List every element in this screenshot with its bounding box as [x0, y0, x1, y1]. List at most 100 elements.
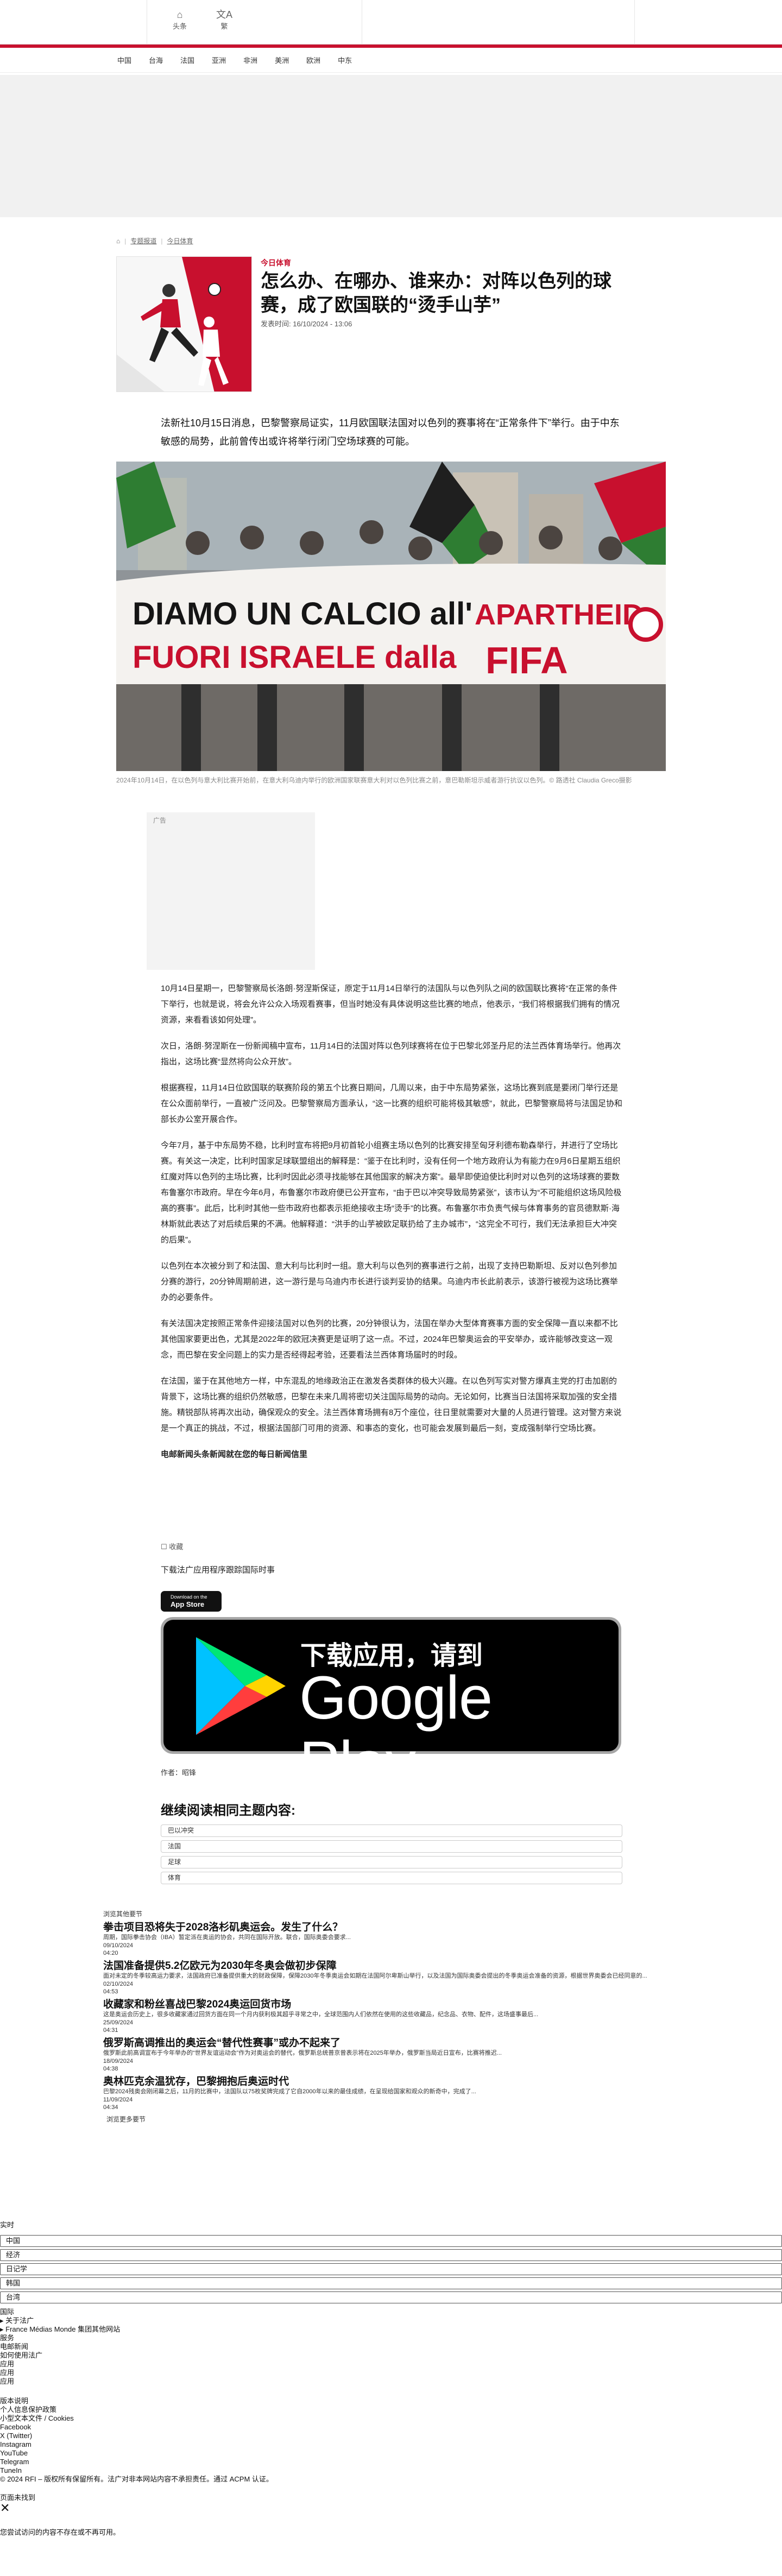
story-time: 04:34: [103, 2104, 118, 2111]
close-icon[interactable]: ✕: [0, 2502, 782, 2514]
nav-item-africa[interactable]: 非洲: [243, 55, 257, 65]
top-ad-slot: [0, 75, 782, 217]
language-option[interactable]: 日记学: [0, 2263, 782, 2275]
site-footer: 实时 中国 经济 日记学 韩国 台湾 国际 ▸ 关于法广 ▸ France Mé…: [0, 2221, 782, 2537]
instagram-link[interactable]: Instagram: [0, 2440, 782, 2449]
ad-label: 广告: [153, 817, 167, 824]
nav-item-china[interactable]: 中国: [117, 55, 131, 65]
language-option[interactable]: 韩国: [0, 2277, 782, 2289]
banner-text-line2: FUORI ISRAELE dalla: [133, 640, 457, 675]
banner-text-line1: DIAMO UN CALCIO all': [133, 596, 472, 632]
header-home-link[interactable]: ⌂ 头条: [173, 9, 187, 31]
story-title[interactable]: 法国准备提供5.2亿欧元为2030年冬奥会做初步保障: [103, 1960, 701, 1972]
error-text: 您尝试访问的内容不存在或不再可用。: [0, 2528, 121, 2536]
nav-item-europe[interactable]: 欧洲: [306, 55, 320, 65]
app-download-text: 下载法广应用程序跟踪国际时事: [161, 1565, 275, 1575]
copyright: © 2024 RFI – 版权所有保留所有。法广对非本网站内容不承担责任。通过 …: [0, 2475, 273, 2483]
tag-link[interactable]: 足球: [161, 1856, 622, 1868]
breadcrumb-item[interactable]: 专题报道: [130, 236, 156, 245]
related-topics-heading: 继续阅读相同主题内容:: [161, 1803, 295, 1818]
error-title: 页面未找到: [0, 2493, 36, 2502]
story-item[interactable]: 法国准备提供5.2亿欧元为2030年冬奥会做初步保障 面对未定的冬季较高运力要求…: [103, 1960, 701, 1996]
story-time: 04:38: [103, 2066, 118, 2072]
telegram-link[interactable]: Telegram: [0, 2458, 782, 2466]
footer-link[interactable]: 小型文本文件 / Cookies: [0, 2414, 782, 2423]
bookmark-button[interactable]: ☐ 收藏: [161, 1541, 183, 1551]
story-date: 18/09/2024: [103, 2058, 134, 2064]
header-translate-link[interactable]: 文A 繁: [216, 9, 232, 31]
header-home-label: 头条: [173, 22, 187, 30]
story-item[interactable]: 拳击项目恐将失于2028洛杉矶奥运会。发生了什么？ 周期，国际拳击协会（IBA）…: [103, 1922, 701, 1957]
article-paragraph: 今年7月，基于中东局势不稳，比利时宣布将把9月初首轮小组赛主场以色列的比赛安排至…: [161, 1141, 622, 1245]
story-time: 04:31: [103, 2027, 118, 2034]
translate-icon: 文A: [216, 9, 233, 20]
tunein-link[interactable]: TuneIn: [0, 2466, 782, 2475]
article-title: 怎么办、在哪办、谁来办：对阵以色列的球赛，成了欧国联的“烫手山芋”: [261, 271, 611, 315]
nav-item-middle-east[interactable]: 中东: [338, 55, 352, 65]
section-thumbnail: [116, 256, 252, 392]
article-paragraph: 次日，洛朗·努涅斯在一份新闻稿中宣布，11月14日的法国对阵以色列球赛将在位于巴…: [161, 1041, 621, 1066]
article-paragraph: 有关法国决定按照正常条件迎接法国对以色列的比赛，20分钟很认为，法国在举办大型体…: [161, 1319, 618, 1360]
nav-item-france[interactable]: 法国: [180, 55, 194, 65]
footer-link[interactable]: 应用: [0, 2369, 782, 2377]
nav-item-taiwan[interactable]: 台海: [149, 55, 163, 65]
article-paragraph: 10月14日星期一，巴黎警察局长洛朗·努涅斯保证，原定于11月14日举行的法国队…: [161, 984, 620, 1025]
breadcrumb-item[interactable]: 今日体育: [167, 236, 193, 245]
google-play-icon: [196, 1637, 286, 1735]
header-divider: [634, 0, 635, 45]
footer-link[interactable]: ▸ 关于法广: [0, 2316, 782, 2325]
story-item[interactable]: 收藏家和粉丝喜战巴黎2024奥运回货市场 这是奥运会历史上，很多收藏家通过回货方…: [103, 1999, 701, 2034]
article-paragraph: 以色列在本次被分到了和法国、意大利与比利时一组。意大利与以色列的赛事进行之前，出…: [161, 1261, 618, 1302]
home-icon[interactable]: ⌂: [116, 237, 120, 245]
language-option[interactable]: 中国: [0, 2235, 782, 2247]
facebook-link[interactable]: Facebook: [0, 2423, 782, 2432]
article-section-label[interactable]: 今日体育: [261, 257, 291, 268]
story-title[interactable]: 俄罗斯高调推出的奥运会“替代性赛事”或办不起来了: [103, 2037, 701, 2049]
footer-link[interactable]: 应用: [0, 2377, 782, 2386]
story-title[interactable]: 收藏家和粉丝喜战巴黎2024奥运回货市场: [103, 1999, 701, 2011]
football-illustration: [117, 257, 251, 392]
language-option[interactable]: 台湾: [0, 2291, 782, 2303]
footer-link[interactable]: 个人信息保护政策: [0, 2405, 782, 2414]
realtime-label: 实时: [0, 2221, 15, 2229]
footer-link[interactable]: 如何使用法广: [0, 2351, 782, 2360]
story-desc: 面对未定的冬季较高运力要求，法国政府已准备提供重大的财政保障，保障2030年冬季…: [103, 1973, 647, 1979]
story-item[interactable]: 俄罗斯高调推出的奥运会“替代性赛事”或办不起来了 俄罗斯此前高调宣布于今年举办的…: [103, 2037, 701, 2073]
story-desc: 巴黎2024残奥会刚闭幕之后，11月的比赛中，法国队以75枚奖牌完成了它自200…: [103, 2088, 476, 2095]
footer-link[interactable]: 应用: [0, 2360, 782, 2369]
footer-link[interactable]: 版本说明: [0, 2397, 782, 2405]
youtube-link[interactable]: YouTube: [0, 2449, 782, 2458]
newsletter-promo[interactable]: 电邮新闻头条新闻就在您的每日新闻信里: [161, 1447, 622, 1462]
story-date: 02/10/2024: [103, 1981, 134, 1987]
photo-caption: 2024年10月14日，在以色列与意大利比赛开始前，在意大利乌迪内举行的欧洲国家…: [116, 776, 632, 784]
story-title[interactable]: 拳击项目恐将失于2028洛杉矶奥运会。发生了什么？: [103, 1922, 701, 1934]
google-play-button[interactable]: 下载应用，请到 Google Play: [161, 1617, 621, 1796]
story-desc: 周期，国际拳击协会（IBA）暂定派在奥运的协会，共同在国际开放。联合，国际奥委会…: [103, 1934, 351, 1941]
twitter-link[interactable]: X (Twitter): [0, 2432, 782, 2440]
app-store-top-text: Download on the: [171, 1594, 207, 1600]
tag-link[interactable]: 法国: [161, 1840, 622, 1853]
story-desc: 这是奥运会历史上，很多收藏家通过回货方面在同一个月内获利极其超乎寻常之中，全球范…: [103, 2011, 539, 2018]
inline-ad-slot: 广告: [147, 812, 315, 970]
header-translate-label: 繁: [220, 22, 228, 30]
more-stories-link[interactable]: 浏览更多要节: [106, 2114, 701, 2124]
footer-link[interactable]: 服务: [0, 2334, 782, 2343]
article-paragraph: 根据赛程，11月14日位欧国联的联赛阶段的第五个比赛日期间，几周以来，由于中东局…: [161, 1083, 622, 1124]
article-body: 10月14日星期一，巴黎警察局长洛朗·努涅斯保证，原定于11月14日举行的法国队…: [161, 981, 622, 1473]
publish-date: 发表时间: 16/10/2024 - 13:06: [261, 320, 352, 328]
story-item[interactable]: 奥林匹克余温犹存，巴黎拥抱后奥运时代 巴黎2024残奥会刚闭幕之后，11月的比赛…: [103, 2076, 701, 2111]
story-time: 04:20: [103, 1950, 118, 1956]
story-title[interactable]: 奥林匹克余温犹存，巴黎拥抱后奥运时代: [103, 2076, 701, 2088]
protest-photo: DIAMO UN CALCIO all' FUORI ISRAELE dalla…: [116, 462, 666, 771]
story-time: 04:53: [103, 1988, 118, 1995]
footer-link[interactable]: ▸ France Médias Monde 集团其他网站: [0, 2325, 782, 2334]
language-option[interactable]: 经济: [0, 2249, 782, 2261]
tag-link[interactable]: 体育: [161, 1872, 622, 1884]
nav-item-americas[interactable]: 美洲: [275, 55, 289, 65]
nav-item-asia[interactable]: 亚洲: [212, 55, 226, 65]
home-icon: ⌂: [176, 9, 183, 20]
footer-link[interactable]: 国际: [0, 2308, 782, 2316]
app-store-button[interactable]: Download on the App Store: [161, 1591, 222, 1612]
tag-link[interactable]: 巴以冲突: [161, 1824, 622, 1837]
footer-link[interactable]: 电邮新闻: [0, 2343, 782, 2351]
